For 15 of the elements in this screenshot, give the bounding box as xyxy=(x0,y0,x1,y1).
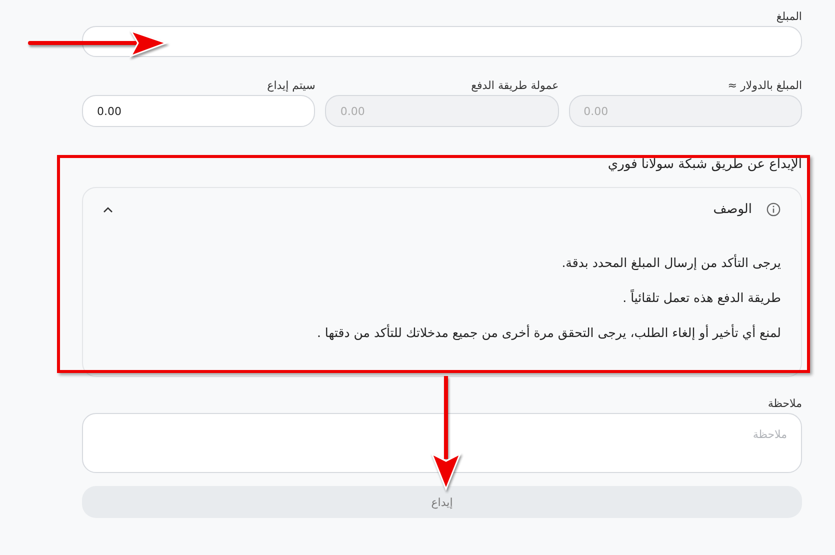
accordion-title: الوصف xyxy=(713,202,752,217)
number-field[interactable]: 0.00 xyxy=(82,95,316,127)
field-label: ملاحظة xyxy=(768,397,802,410)
description-text: لمنع أي تأخير أو إلغاء الطلب، يرجى التحقق مرة أخرى من جميع مدخلاتك للتأكد من دقتها . xyxy=(316,325,781,340)
section-title: الإيداع عن طريق شبكة سولانا فوري xyxy=(608,157,802,172)
caret-icon[interactable] xyxy=(103,206,113,212)
field-label: عمولة طريقة الدفع xyxy=(471,79,559,92)
field-label: المبلغ بالدولار ≈ xyxy=(728,79,802,92)
note-field[interactable]: ملاحظة xyxy=(82,413,802,473)
amount-field[interactable] xyxy=(82,26,802,57)
description-text: طريقة الدفع هذه تعمل تلقائياً . xyxy=(622,290,781,305)
info-icon xyxy=(766,202,781,217)
field-label: سيتم إيداع xyxy=(267,79,316,92)
description-text: يرجى التأكد من إرسال المبلغ المحدد بدقة. xyxy=(560,255,781,270)
field-label: المبلغ xyxy=(776,10,802,23)
